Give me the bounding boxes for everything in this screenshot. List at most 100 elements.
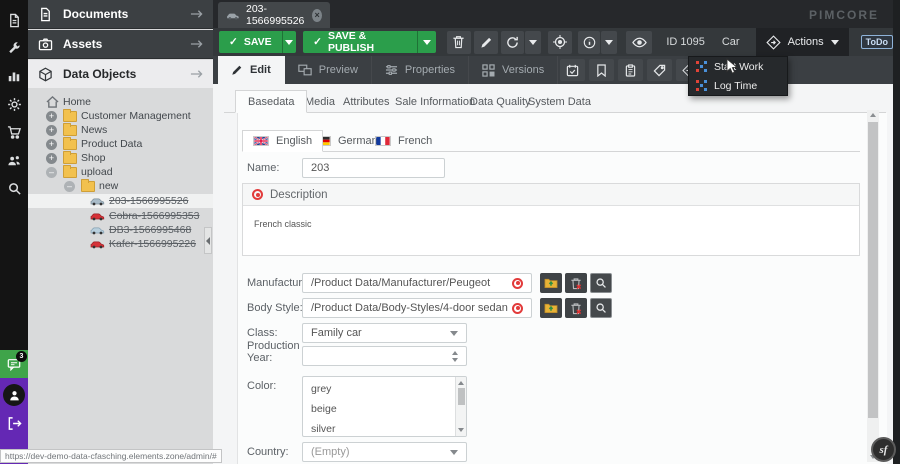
body-style-relation-field[interactable]: /Product Data/Body-Styles/4-door sedan xyxy=(302,298,532,318)
user-avatar-icon[interactable] xyxy=(3,384,25,406)
tree-folder-new[interactable]: new xyxy=(28,179,213,193)
name-input[interactable] xyxy=(302,158,445,178)
tab-versions[interactable]: Versions xyxy=(469,56,558,84)
manufacturer-upload-folder-button[interactable] xyxy=(540,273,562,293)
class-select[interactable]: Family car xyxy=(302,323,467,343)
color-option-grey[interactable]: grey xyxy=(311,383,331,395)
tree-object-203[interactable]: 203-1566995526 xyxy=(28,194,213,208)
search-icon[interactable] xyxy=(0,174,28,202)
description-header: Description xyxy=(243,184,859,206)
uk-flag-icon xyxy=(253,136,269,146)
production-year-spinner[interactable] xyxy=(302,346,467,366)
tree-object-cobra[interactable]: Cobra-1566995353 xyxy=(28,209,213,223)
pimcore-app: 3 CO Documents Assets Data Objects Home xyxy=(0,0,900,464)
camera-icon xyxy=(38,38,53,51)
tree-object-db3[interactable]: DB3-1566995468 xyxy=(28,223,213,237)
accordion-assets[interactable]: Assets xyxy=(28,30,213,59)
tree-folder-upload[interactable]: upload xyxy=(28,165,213,179)
spinner-arrows-icon[interactable] xyxy=(452,351,458,362)
edit-mode-tabs: Edit Preview Properties Versions xyxy=(213,56,893,84)
reload-dropdown-button[interactable] xyxy=(525,31,541,54)
lang-tab-english[interactable]: English xyxy=(242,130,323,152)
actions-button[interactable]: Actions xyxy=(756,28,849,56)
subtab-basedata[interactable]: Basedata xyxy=(235,90,307,113)
collapse-icon[interactable] xyxy=(64,181,75,192)
subtab-system-data[interactable]: System Data xyxy=(516,90,603,113)
tab-properties[interactable]: Properties xyxy=(372,56,469,84)
preview-eye-button[interactable] xyxy=(626,31,652,54)
color-listbox[interactable]: grey beige silver xyxy=(302,376,467,437)
rename-pencil-button[interactable] xyxy=(474,31,498,54)
logout-icon[interactable] xyxy=(7,416,22,431)
object-type-label: Car xyxy=(722,36,740,48)
tree-folder-product-data[interactable]: Product Data xyxy=(28,137,213,151)
bookmark-button[interactable] xyxy=(589,59,614,81)
tag-button[interactable] xyxy=(647,59,672,81)
ecommerce-icon[interactable] xyxy=(0,118,28,146)
save-publish-dropdown-button[interactable] xyxy=(417,31,436,53)
status-url-tooltip: https://dev-demo-data-cfasching.elements… xyxy=(0,449,222,463)
menu-item-log-time[interactable]: Log Time xyxy=(689,76,787,95)
expand-icon[interactable] xyxy=(46,139,57,150)
checkmark-icon: ✓ xyxy=(313,36,322,48)
tools-icon[interactable] xyxy=(0,34,28,62)
tree-folder-news[interactable]: News xyxy=(28,123,213,137)
locate-in-tree-button[interactable] xyxy=(548,31,572,54)
settings-icon[interactable] xyxy=(0,90,28,118)
folder-icon xyxy=(63,153,77,164)
arrow-right-icon xyxy=(190,39,203,49)
save-button[interactable]: ✓SAVE xyxy=(219,31,296,53)
tree-item-home[interactable]: Home xyxy=(28,95,213,109)
chevron-down-icon xyxy=(450,331,458,336)
workflow-transition-icon xyxy=(696,80,707,91)
documents-icon[interactable] xyxy=(0,6,28,34)
content-scrollbar[interactable] xyxy=(867,110,879,462)
reports-icon[interactable] xyxy=(0,62,28,90)
accordion-data-objects[interactable]: Data Objects xyxy=(28,60,213,89)
manufacturer-remove-button[interactable] xyxy=(565,273,587,293)
tab-preview[interactable]: Preview xyxy=(285,56,372,84)
expand-icon[interactable] xyxy=(46,111,57,122)
panel-collapse-handle[interactable] xyxy=(204,227,212,254)
tree-folder-customer-management[interactable]: Customer Management xyxy=(28,109,213,123)
tree-folder-shop[interactable]: Shop xyxy=(28,151,213,165)
symfony-profiler-badge[interactable]: sf xyxy=(871,437,896,462)
description-title: Description xyxy=(270,189,328,201)
car-icon xyxy=(90,211,105,221)
tab-edit[interactable]: Edit xyxy=(218,56,285,84)
users-icon[interactable] xyxy=(0,146,28,174)
info-button[interactable] xyxy=(578,31,600,54)
body-style-upload-folder-button[interactable] xyxy=(540,298,562,318)
color-option-beige[interactable]: beige xyxy=(311,403,337,415)
listbox-scrollbar[interactable] xyxy=(455,377,466,436)
expand-icon[interactable] xyxy=(46,153,57,164)
collapse-icon[interactable] xyxy=(46,167,57,178)
tab-title: 203-1566995526 xyxy=(246,3,306,27)
delete-button[interactable] xyxy=(447,31,471,54)
lang-tab-french[interactable]: French xyxy=(365,130,442,152)
accordion-documents[interactable]: Documents xyxy=(28,0,213,29)
schedule-calendar-button[interactable] xyxy=(560,59,585,81)
save-publish-button[interactable]: ✓SAVE & PUBLISH xyxy=(303,31,436,53)
folder-icon xyxy=(63,111,77,122)
info-dropdown-button[interactable] xyxy=(601,31,617,54)
open-object-tab[interactable]: 203-1566995526 × xyxy=(218,2,330,28)
edit-content: Basedata Media Attributes Sale Informati… xyxy=(213,84,893,464)
color-option-silver[interactable]: silver xyxy=(311,423,336,435)
save-dropdown-button[interactable] xyxy=(282,31,297,53)
class-label: Class: xyxy=(247,327,278,339)
manufacturer-search-button[interactable] xyxy=(590,273,612,293)
body-style-search-button[interactable] xyxy=(590,298,612,318)
description-editor[interactable]: French classic xyxy=(243,206,859,242)
body-style-remove-button[interactable] xyxy=(565,298,587,318)
folder-icon xyxy=(63,125,77,136)
country-select[interactable]: (Empty) xyxy=(302,442,467,462)
reload-button[interactable] xyxy=(501,31,523,54)
notes-clipboard-button[interactable] xyxy=(618,59,643,81)
scrollbar-thumb[interactable] xyxy=(868,122,878,418)
close-icon[interactable]: × xyxy=(312,9,322,22)
navigation-accordion: Documents Assets Data Objects Home Custo… xyxy=(28,0,213,464)
expand-icon[interactable] xyxy=(46,125,57,136)
manufacturer-relation-field[interactable]: /Product Data/Manufacturer/Peugeot xyxy=(302,273,532,293)
tree-object-kafer[interactable]: Kafer-1566995226 xyxy=(28,237,213,251)
